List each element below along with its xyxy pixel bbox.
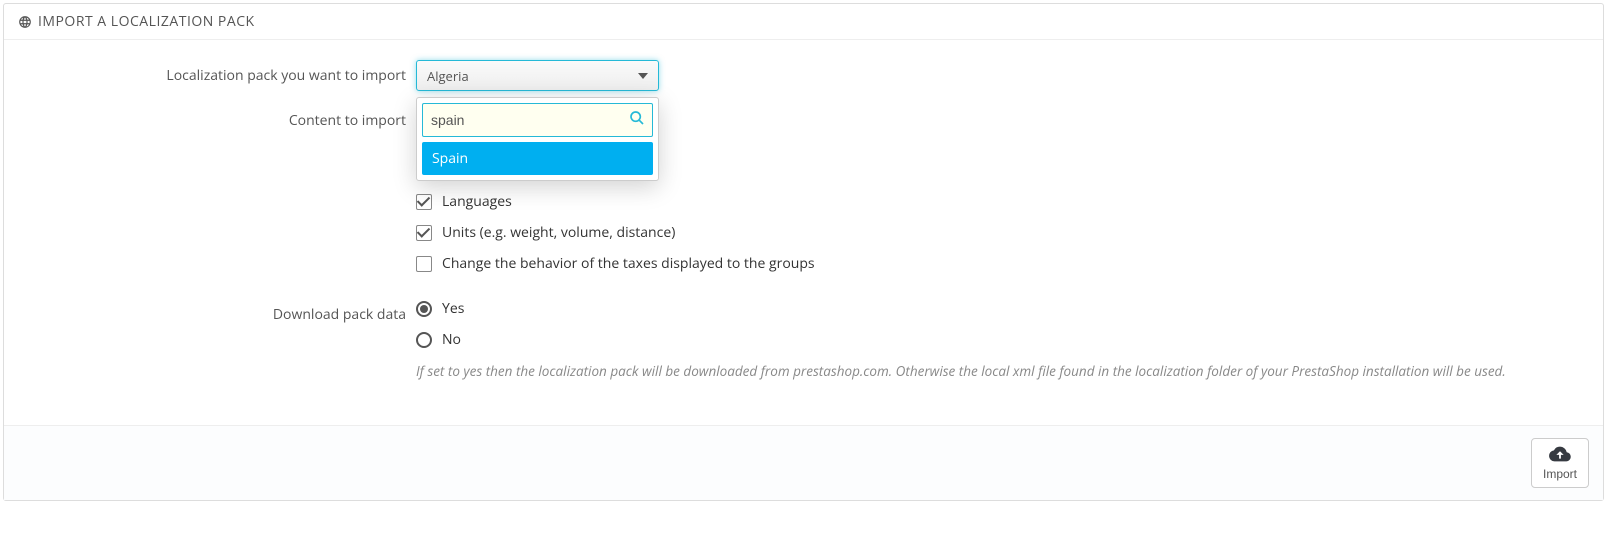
checkbox-row-units: Units (e.g. weight, volume, distance) [416, 223, 1588, 242]
radio-label-no[interactable]: No [442, 330, 461, 349]
checkbox-row-change-behavior: Change the behavior of the taxes display… [416, 254, 1588, 273]
dropdown-option-spain[interactable]: Spain [422, 142, 653, 175]
checkbox-units[interactable] [416, 225, 432, 241]
label-content-to-import: Content to import [19, 105, 416, 130]
radio-row-no: No [416, 330, 1588, 349]
checkbox-row-languages: Languages [416, 192, 1588, 211]
label-download-pack: Download pack data [19, 299, 416, 324]
row-pack-to-import: Localization pack you want to import Alg… [19, 60, 1588, 91]
checkbox-change-behavior[interactable] [416, 256, 432, 272]
checkbox-label-change-behavior[interactable]: Change the behavior of the taxes display… [442, 254, 815, 273]
download-radios: Yes No If set to yes then the localizati… [416, 299, 1588, 381]
panel-title: IMPORT A LOCALIZATION PACK [38, 12, 255, 31]
chevron-down-icon [638, 73, 648, 79]
import-button[interactable]: Import [1531, 438, 1589, 488]
dropdown-search-input[interactable] [422, 103, 653, 137]
pack-select-value: Algeria [427, 67, 469, 85]
panel-footer: Import [4, 425, 1603, 500]
radio-label-yes[interactable]: Yes [442, 299, 464, 318]
dropdown-search-wrap [422, 103, 653, 137]
pack-dropdown: Spain [416, 97, 659, 181]
row-content-to-import: Content to import Currencies Languages U… [19, 105, 1588, 285]
label-pack-to-import: Localization pack you want to import [19, 60, 416, 85]
pack-select-wrap: Algeria Spain [416, 60, 1588, 91]
import-button-label: Import [1543, 467, 1577, 481]
pack-select[interactable]: Algeria [416, 60, 659, 91]
checkbox-label-units[interactable]: Units (e.g. weight, volume, distance) [442, 223, 675, 242]
radio-row-yes: Yes [416, 299, 1588, 318]
download-help-text: If set to yes then the localization pack… [416, 361, 1588, 381]
checkbox-label-languages[interactable]: Languages [442, 192, 512, 211]
radio-yes[interactable] [416, 301, 432, 317]
radio-no[interactable] [416, 332, 432, 348]
globe-icon [18, 15, 32, 29]
checkbox-languages[interactable] [416, 194, 432, 210]
cloud-upload-icon [1547, 443, 1573, 465]
row-download-pack: Download pack data Yes No If set to yes … [19, 299, 1588, 381]
panel-heading: IMPORT A LOCALIZATION PACK [4, 4, 1603, 40]
panel-body: Localization pack you want to import Alg… [4, 40, 1603, 425]
import-localization-panel: IMPORT A LOCALIZATION PACK Localization … [3, 3, 1604, 501]
